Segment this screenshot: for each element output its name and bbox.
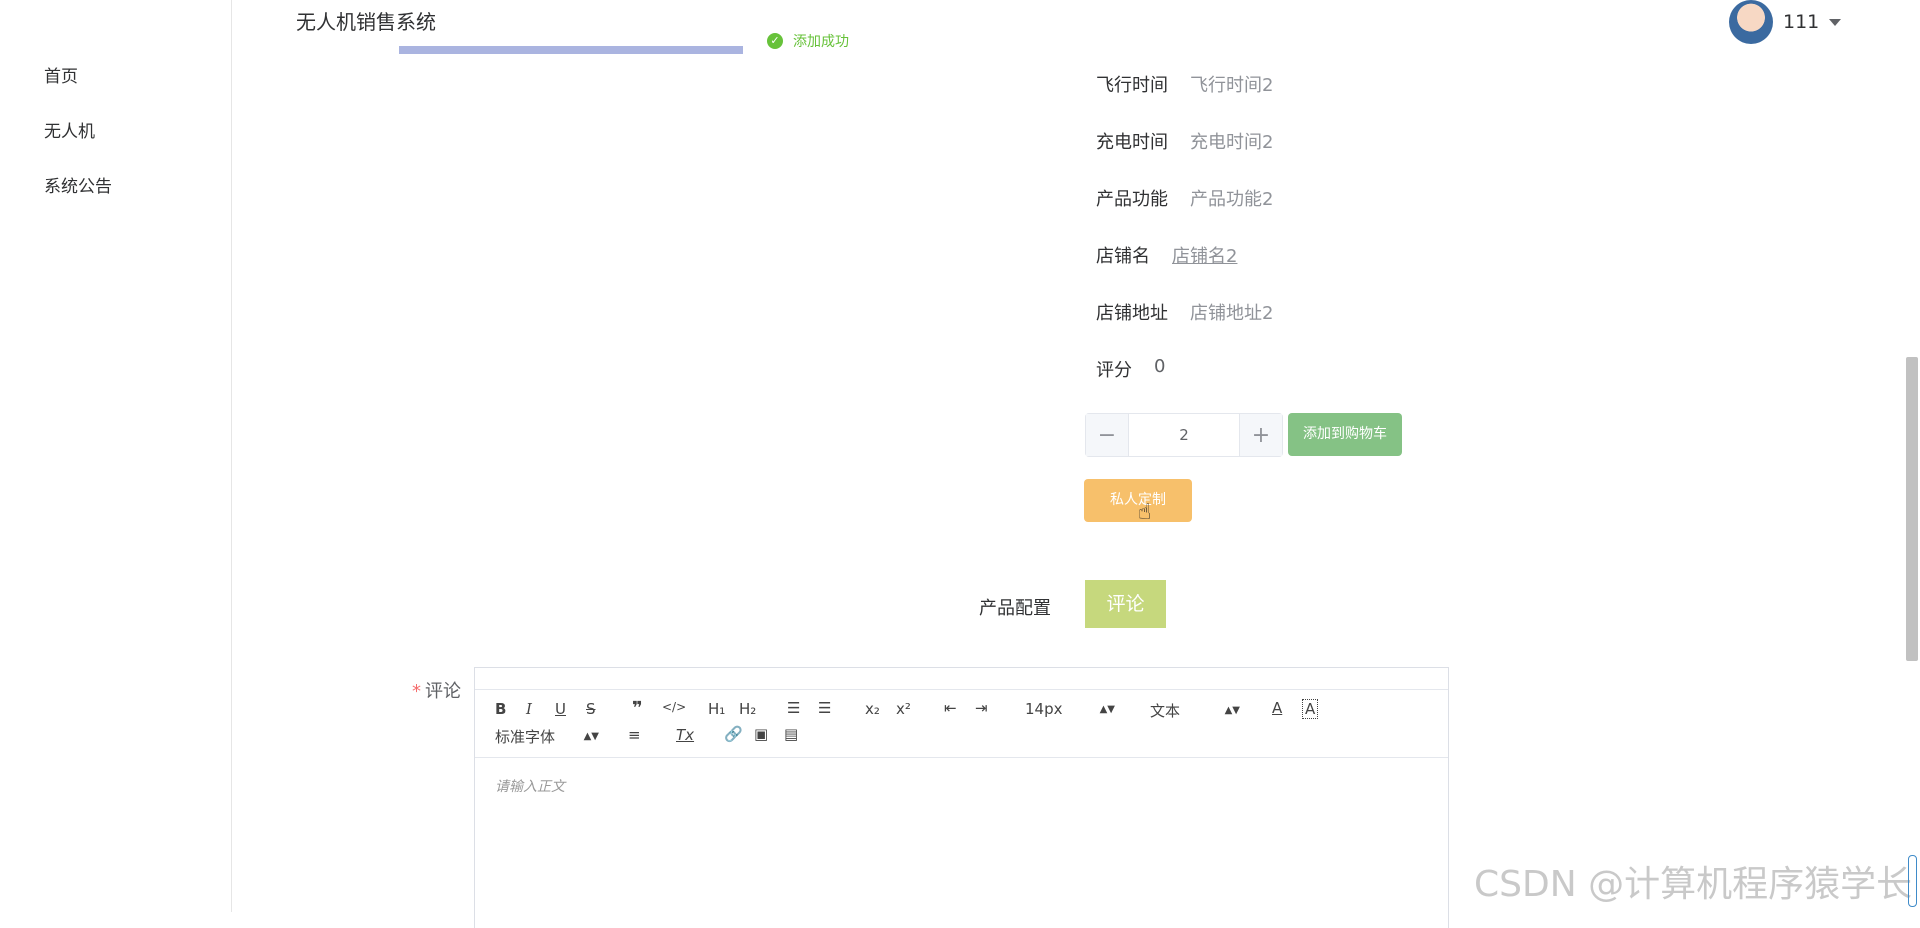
sidebar-item-drones[interactable]: 无人机 (44, 117, 95, 142)
ordered-list-icon[interactable]: ☰ (787, 699, 800, 717)
caret-down-icon (1829, 18, 1842, 26)
detail-value: 店铺地址2 (1190, 303, 1274, 324)
video-icon[interactable]: ▤ (784, 725, 798, 743)
detail-label: 店铺地址 (1096, 303, 1168, 324)
strikethrough-icon[interactable]: S (586, 700, 596, 718)
detail-label: 飞行时间 (1096, 75, 1168, 96)
heading-1-icon[interactable]: H₁ (708, 700, 725, 718)
quantity-input[interactable]: 2 (1128, 414, 1240, 456)
font-color-icon[interactable]: A (1272, 699, 1282, 717)
tab-comment[interactable]: 评论 (1085, 580, 1166, 628)
comment-label-text: 评论 (425, 681, 461, 702)
sidebar: 首页 无人机 系统公告 (0, 0, 232, 912)
font-size-select[interactable]: 14px ▲▼ (1025, 700, 1115, 718)
detail-value: 飞行时间2 (1190, 75, 1274, 96)
sidebar-item-announcements[interactable]: 系统公告 (44, 172, 112, 197)
text-style-select[interactable]: 文本 ▲▼ (1150, 700, 1240, 721)
detail-value: 充电时间2 (1190, 132, 1274, 153)
store-name-link[interactable]: 店铺名2 (1172, 242, 1237, 268)
detail-value: 产品功能2 (1190, 189, 1274, 210)
success-toast: ✓ 添加成功 (767, 31, 849, 51)
loading-progress-bar (399, 46, 743, 54)
select-arrows-icon: ▲▼ (1224, 705, 1240, 716)
increase-button[interactable]: + (1240, 414, 1282, 456)
detail-row-rating: 评分 0 (1096, 356, 1165, 382)
detail-value: 0 (1154, 356, 1166, 377)
editor-placeholder[interactable]: 请输入正文 (495, 776, 565, 796)
detail-row-flight-time: 飞行时间 飞行时间2 (1096, 71, 1273, 97)
comment-label: * 评论 (412, 677, 461, 703)
select-arrows-icon: ▲▼ (583, 731, 599, 742)
subscript-icon[interactable]: x₂ (865, 700, 880, 718)
select-arrows-icon: ▲▼ (1099, 703, 1115, 715)
align-left-icon[interactable]: ≡ (628, 726, 641, 744)
italic-icon[interactable]: I (526, 700, 532, 718)
detail-label: 产品功能 (1096, 189, 1168, 210)
underline-icon[interactable]: U (555, 700, 566, 718)
check-circle-icon: ✓ (767, 33, 783, 49)
blockquote-icon[interactable]: ❞ (632, 698, 643, 719)
code-block-icon[interactable]: </> (662, 700, 686, 714)
editor-toolbar: B I U S ❞ </> H₁ H₂ ☰ ☰ x₂ x² ⇤ ⇥ 14px ▲▼… (475, 689, 1448, 758)
rich-text-editor: B I U S ❞ </> H₁ H₂ ☰ ☰ x₂ x² ⇤ ⇥ 14px ▲▼… (474, 667, 1449, 928)
detail-row-store-address: 店铺地址 店铺地址2 (1096, 299, 1273, 325)
add-to-cart-button[interactable]: 添加到购物车 (1288, 413, 1402, 456)
toast-message: 添加成功 (793, 34, 849, 50)
text-style-value: 文本 (1150, 702, 1181, 720)
superscript-icon[interactable]: x² (896, 700, 911, 718)
detail-label: 评分 (1096, 360, 1132, 381)
watermark: CSDN @计算机程序猿学长 (1474, 864, 1913, 905)
detail-row-function: 产品功能 产品功能2 (1096, 185, 1273, 211)
user-menu[interactable]: 111 (1729, 0, 1842, 44)
bullet-list-icon[interactable]: ☰ (818, 699, 831, 717)
hand-cursor-icon: ☝ (1138, 500, 1152, 525)
font-size-value: 14px (1025, 700, 1063, 718)
detail-label: 充电时间 (1096, 132, 1168, 153)
font-family-value: 标准字体 (495, 728, 556, 746)
avatar[interactable] (1729, 0, 1773, 44)
heading-2-icon[interactable]: H₂ (739, 700, 756, 718)
bold-icon[interactable]: B (495, 700, 506, 718)
detail-row-store-name: 店铺名 店铺名2 (1096, 242, 1237, 268)
indent-icon[interactable]: ⇥ (975, 699, 988, 717)
detail-row-charge-time: 充电时间 充电时间2 (1096, 128, 1273, 154)
thermometer-icon (1908, 855, 1917, 907)
required-mark: * (412, 681, 421, 702)
clear-format-icon[interactable]: Tx (676, 726, 694, 744)
background-color-icon[interactable]: A (1302, 699, 1319, 719)
font-family-select[interactable]: 标准字体 ▲▼ (495, 726, 599, 747)
link-icon[interactable]: 🔗 (724, 725, 743, 743)
scrollbar-thumb[interactable] (1906, 357, 1918, 661)
outdent-icon[interactable]: ⇤ (944, 699, 957, 717)
sidebar-item-home[interactable]: 首页 (44, 62, 78, 87)
decrease-button[interactable]: − (1086, 414, 1128, 456)
app-title: 无人机销售系统 (296, 10, 436, 34)
image-icon[interactable]: ▣ (754, 725, 768, 743)
tab-product-config[interactable]: 产品配置 (979, 594, 1051, 620)
quantity-stepper: − 2 + (1085, 413, 1283, 457)
user-name: 111 (1783, 11, 1820, 33)
detail-label: 店铺名 (1096, 246, 1150, 267)
